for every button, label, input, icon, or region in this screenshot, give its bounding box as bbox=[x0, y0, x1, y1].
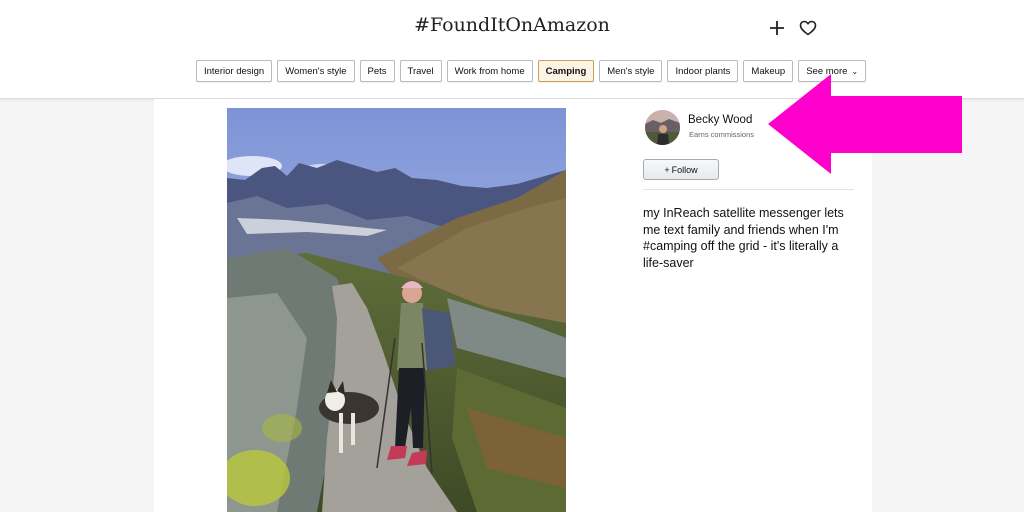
chip-indoor-plants[interactable]: Indoor plants bbox=[667, 60, 739, 82]
chip-work-from-home[interactable]: Work from home bbox=[446, 60, 533, 82]
plus-icon: + bbox=[664, 164, 670, 175]
plus-icon[interactable] bbox=[766, 17, 788, 39]
chip-camping[interactable]: Camping bbox=[537, 60, 595, 82]
post-photo[interactable] bbox=[227, 108, 566, 512]
heart-icon[interactable] bbox=[797, 17, 819, 39]
follow-label: Follow bbox=[671, 164, 698, 175]
chip-mens-style[interactable]: Men's style bbox=[599, 60, 663, 82]
avatar[interactable] bbox=[645, 110, 680, 145]
post-caption: my InReach satellite messenger lets me t… bbox=[643, 206, 844, 270]
chip-pets[interactable]: Pets bbox=[359, 60, 395, 82]
chip-interior-design[interactable]: Interior design bbox=[196, 60, 273, 82]
chip-travel[interactable]: Travel bbox=[399, 60, 442, 82]
annotation-arrow-icon bbox=[768, 74, 964, 174]
divider bbox=[643, 189, 854, 190]
follow-button[interactable]: + Follow bbox=[643, 159, 719, 180]
page-title: #FoundItOnAmazon bbox=[414, 14, 610, 36]
author-name[interactable]: Becky Wood bbox=[688, 114, 752, 126]
author-note: Earns commissions bbox=[689, 130, 755, 139]
chip-womens-style[interactable]: Women's style bbox=[277, 60, 355, 82]
category-chips: Interior design Women's style Pets Trave… bbox=[196, 60, 867, 82]
